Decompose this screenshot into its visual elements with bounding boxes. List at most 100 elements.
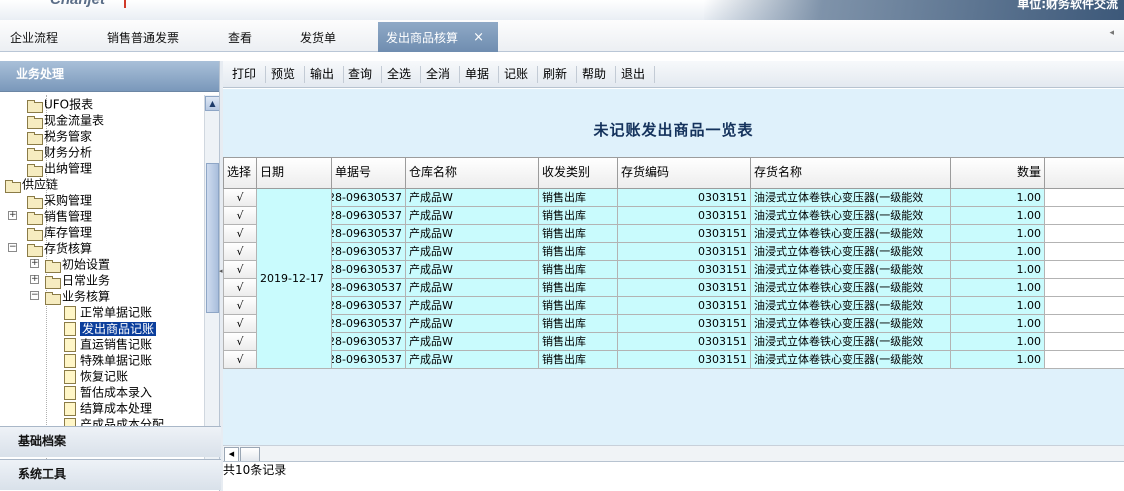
query-button[interactable]: 查询 bbox=[344, 65, 376, 84]
tree-node[interactable]: 现金流量表 bbox=[26, 112, 105, 129]
item-code-cell: 0303151 bbox=[618, 297, 751, 315]
tree-node[interactable]: 结算成本处理 bbox=[64, 400, 152, 416]
folder-icon bbox=[44, 291, 61, 305]
exit-button[interactable]: 退出 bbox=[617, 65, 649, 84]
tree-node[interactable]: 恢复记账 bbox=[64, 368, 128, 384]
doc-no-cell: 5028-09630537 bbox=[332, 351, 406, 369]
tree-node-label: 特殊单据记账 bbox=[80, 353, 153, 368]
page-icon bbox=[64, 321, 76, 336]
type-cell: 销售出库 bbox=[539, 243, 618, 261]
item-name-cell: 油浸式立体卷铁心变压器(一级能效 bbox=[751, 261, 951, 279]
tree-node[interactable]: 财务分析 bbox=[26, 144, 92, 161]
doc-no-cell: 5028-09630537 bbox=[332, 279, 406, 297]
expand-icon[interactable]: + bbox=[30, 259, 39, 268]
post-button[interactable]: 记账 bbox=[500, 65, 532, 84]
tree-node[interactable]: 暂估成本录入 bbox=[64, 384, 152, 400]
tree-node-label: 存货核算 bbox=[44, 241, 93, 256]
tree-node[interactable]: 出纳管理 bbox=[26, 160, 92, 177]
tab-enterprise-flow[interactable]: 企业流程 bbox=[10, 20, 58, 52]
select-checkbox[interactable]: √ bbox=[223, 207, 257, 225]
quantity-cell: 1.00 bbox=[951, 261, 1045, 279]
unit-price-cell bbox=[1045, 189, 1124, 207]
quantity-cell: 1.00 bbox=[951, 315, 1045, 333]
type-cell: 销售出库 bbox=[539, 261, 618, 279]
preview-button[interactable]: 预览 bbox=[267, 65, 299, 84]
tree-node[interactable]: − 存货核算 bbox=[8, 240, 93, 257]
select-checkbox[interactable]: √ bbox=[223, 279, 257, 297]
col-warehouse-header[interactable]: 仓库名称 bbox=[406, 157, 539, 189]
doc-no-cell: 5028-09630537 bbox=[332, 189, 406, 207]
scrollbar-thumb[interactable] bbox=[206, 163, 219, 313]
tree-node-label: 税务管家 bbox=[44, 129, 93, 144]
select-all-button[interactable]: 全选 bbox=[383, 65, 415, 84]
warehouse-cell: 产成品W bbox=[406, 225, 539, 243]
expand-icon[interactable]: + bbox=[30, 275, 39, 284]
select-checkbox[interactable]: √ bbox=[223, 351, 257, 369]
tree-node[interactable]: 库存管理 bbox=[26, 224, 92, 241]
panel-header-business[interactable]: 业务处理 bbox=[0, 61, 221, 92]
col-unit-price-header[interactable]: 单 bbox=[1045, 157, 1124, 189]
item-code-cell: 0303151 bbox=[618, 333, 751, 351]
tree-node[interactable]: 发出商品记账 bbox=[64, 320, 157, 336]
col-type-header[interactable]: 收发类别 bbox=[539, 157, 618, 189]
tab-delivery-note[interactable]: 发货单 bbox=[300, 20, 336, 52]
refresh-button[interactable]: 刷新 bbox=[539, 65, 571, 84]
tab-outgoing-goods-accounting[interactable]: 发出商品核算 × bbox=[378, 22, 498, 52]
toolbar-separator bbox=[576, 66, 577, 83]
collapse-icon[interactable]: − bbox=[8, 243, 17, 252]
tree-node-label: 现金流量表 bbox=[44, 113, 105, 128]
select-checkbox[interactable]: √ bbox=[223, 261, 257, 279]
col-quantity-header[interactable]: 数量 bbox=[951, 157, 1045, 189]
select-checkbox[interactable]: √ bbox=[223, 225, 257, 243]
close-icon[interactable]: × bbox=[473, 22, 484, 54]
help-button[interactable]: 帮助 bbox=[578, 65, 610, 84]
type-cell: 销售出库 bbox=[539, 207, 618, 225]
section-basic-archives[interactable]: 基础档案 bbox=[0, 426, 221, 457]
tab-bar: 企业流程 销售普通发票 查看 发货单 发出商品核算 × ◂ bbox=[0, 20, 1124, 52]
scroll-up-icon[interactable]: ▲ bbox=[205, 96, 220, 111]
col-item-name-header[interactable]: 存货名称 bbox=[751, 157, 951, 189]
print-button[interactable]: 打印 bbox=[228, 65, 260, 84]
col-date-header[interactable]: 日期 bbox=[257, 157, 332, 189]
tree-node[interactable]: − 业务核算 bbox=[30, 288, 110, 305]
tree-node-label: 直运销售记账 bbox=[80, 337, 153, 352]
select-checkbox[interactable]: √ bbox=[223, 333, 257, 351]
quantity-cell: 1.00 bbox=[951, 225, 1045, 243]
col-select-header[interactable]: 选择 bbox=[223, 157, 257, 189]
folder-icon bbox=[26, 163, 43, 177]
tree-node[interactable]: + 日常业务 bbox=[30, 272, 110, 289]
select-checkbox[interactable]: √ bbox=[223, 315, 257, 333]
expand-icon[interactable]: + bbox=[8, 211, 17, 220]
item-code-cell: 0303151 bbox=[618, 351, 751, 369]
tree-node[interactable]: 税务管家 bbox=[26, 128, 93, 145]
select-checkbox[interactable]: √ bbox=[223, 189, 257, 207]
page-icon bbox=[64, 369, 76, 384]
horizontal-scrollbar[interactable]: ◀ bbox=[223, 445, 1124, 462]
section-system-tools[interactable]: 系统工具 bbox=[0, 459, 221, 490]
collapse-icon[interactable]: − bbox=[30, 291, 39, 300]
app-window: Chanjet 单位:财务软件交流 企业流程 销售普通发票 查看 发货单 发出商… bbox=[0, 0, 1124, 491]
tab-sales-invoice[interactable]: 销售普通发票 bbox=[107, 20, 179, 52]
select-checkbox[interactable]: √ bbox=[223, 243, 257, 261]
tab-scroll-left-icon[interactable]: ◂ bbox=[1109, 28, 1114, 38]
tree-node[interactable]: UFO报表 bbox=[26, 96, 93, 113]
scrollbar-thumb[interactable] bbox=[240, 447, 260, 462]
tree-node[interactable]: + 销售管理 bbox=[8, 208, 92, 225]
item-code-cell: 0303151 bbox=[618, 261, 751, 279]
tab-view[interactable]: 查看 bbox=[228, 20, 252, 52]
tree-node[interactable]: 正常单据记账 bbox=[64, 304, 152, 320]
tree-node[interactable]: + 初始设置 bbox=[30, 256, 110, 273]
tree-node[interactable]: 供应链 bbox=[4, 176, 58, 193]
date-cell[interactable]: 2019-12-17 bbox=[257, 189, 332, 369]
col-item-code-header[interactable]: 存货编码 bbox=[618, 157, 751, 189]
deselect-all-button[interactable]: 全消 bbox=[422, 65, 454, 84]
tree-node[interactable]: 采购管理 bbox=[26, 192, 92, 209]
select-checkbox[interactable]: √ bbox=[223, 297, 257, 315]
tree-node[interactable]: 直运销售记账 bbox=[64, 336, 152, 352]
col-doc-no-header[interactable]: 单据号 bbox=[332, 157, 406, 189]
tree-node[interactable]: 特殊单据记账 bbox=[64, 352, 152, 368]
document-button[interactable]: 单据 bbox=[461, 65, 493, 84]
scroll-left-icon[interactable]: ◀ bbox=[224, 447, 239, 462]
export-button[interactable]: 输出 bbox=[306, 65, 338, 84]
tree-node-label: 发出商品记账 bbox=[80, 321, 157, 336]
